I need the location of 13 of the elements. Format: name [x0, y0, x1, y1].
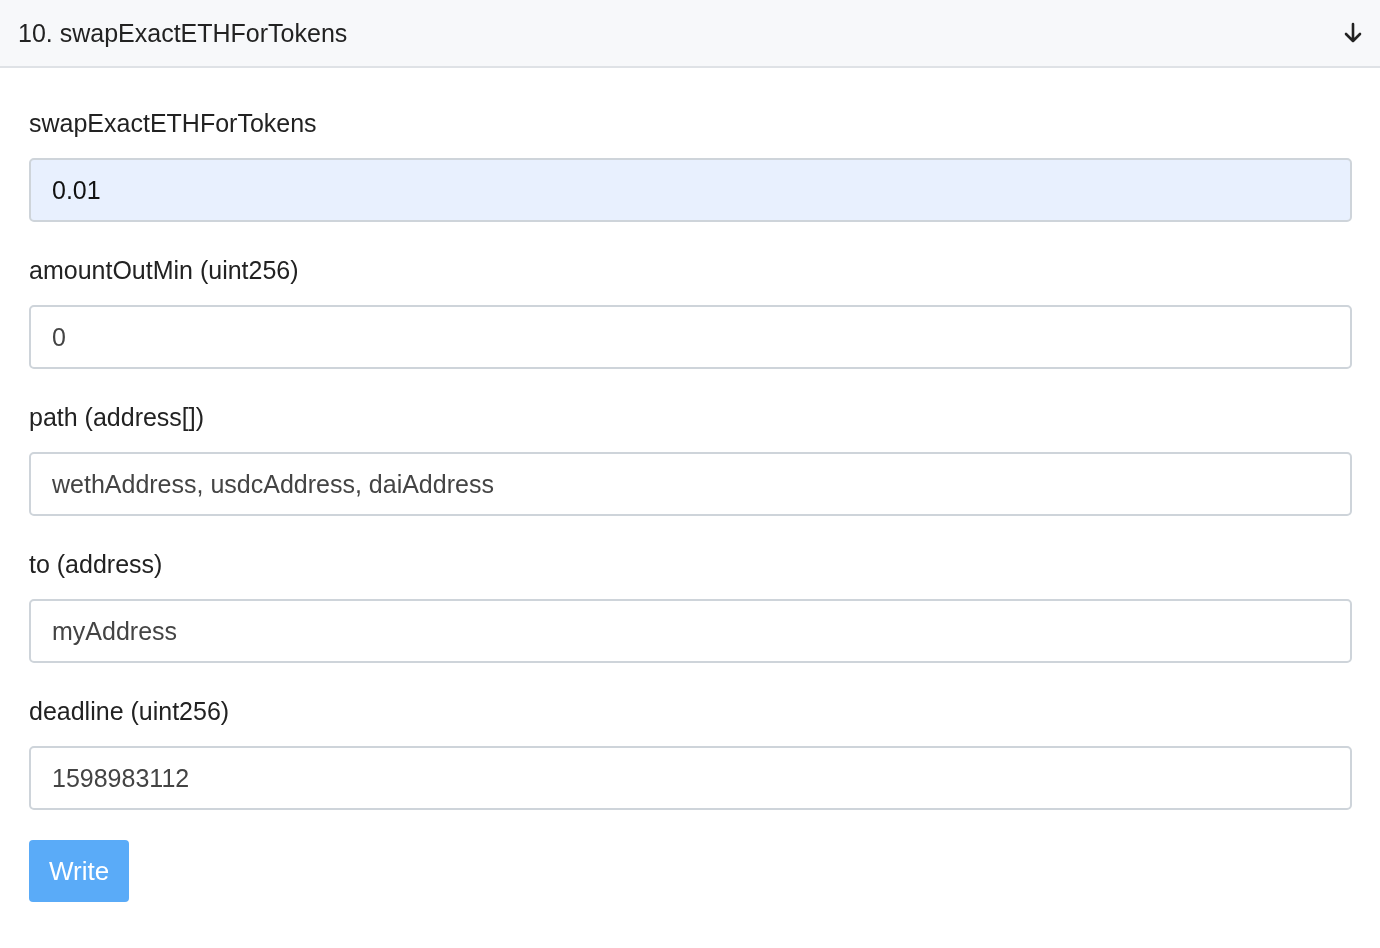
- accordion-header[interactable]: 10. swapExactETHForTokens: [0, 0, 1380, 68]
- input-field[interactable]: 0.01: [29, 158, 1352, 222]
- input-field[interactable]: wethAddress, usdcAddress, daiAddress: [29, 452, 1352, 516]
- field-label: deadline (uint256): [29, 696, 230, 727]
- input-field[interactable]: 0: [29, 305, 1352, 369]
- field-label: amountOutMin (uint256): [29, 255, 299, 286]
- field-label: to (address): [29, 549, 163, 580]
- arrow-down-icon[interactable]: [1343, 22, 1363, 44]
- function-title: 10. swapExactETHForTokens: [18, 18, 348, 48]
- field-label: swapExactETHForTokens: [29, 108, 317, 139]
- input-field[interactable]: myAddress: [29, 599, 1352, 663]
- field-label: path (address[]): [29, 402, 205, 433]
- input-field[interactable]: 1598983112: [29, 746, 1352, 810]
